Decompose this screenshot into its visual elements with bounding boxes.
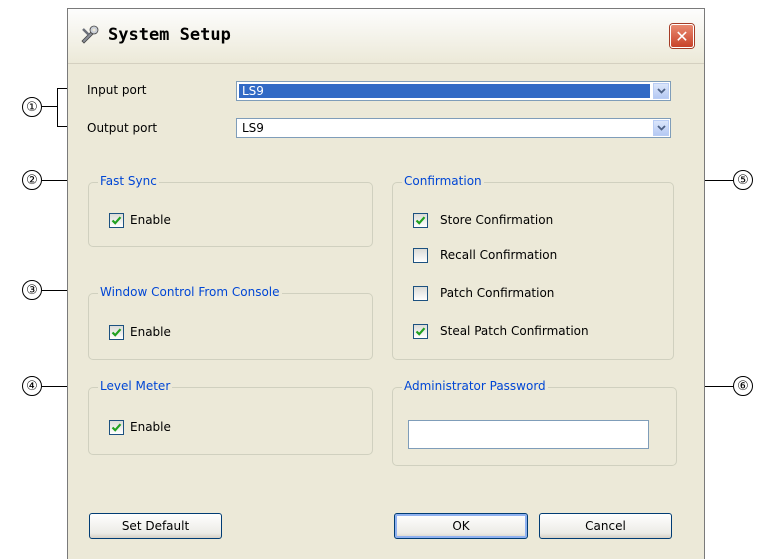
callout-4: ④: [22, 376, 42, 396]
selection-highlight: [239, 84, 650, 98]
recall-confirmation-label: Recall Confirmation: [440, 248, 558, 262]
close-button[interactable]: ✕: [670, 24, 694, 48]
store-confirmation-checkbox[interactable]: [413, 213, 428, 228]
set-default-button[interactable]: Set Default: [89, 513, 222, 539]
window-title: System Setup: [108, 25, 231, 45]
wrench-tools-icon: [81, 25, 99, 44]
fast-sync-checkbox[interactable]: [109, 213, 124, 228]
level-meter-enable-label: Enable: [130, 420, 171, 434]
recall-confirmation-checkbox[interactable]: [413, 248, 428, 263]
cancel-button[interactable]: Cancel: [539, 513, 672, 539]
callout-1-leader: [42, 106, 58, 107]
callout-6: ⑥: [733, 376, 753, 396]
window-control-legend: Window Control From Console: [98, 285, 282, 299]
chevron-down-icon[interactable]: [653, 83, 669, 99]
steal-patch-confirmation-checkbox[interactable]: [413, 324, 428, 339]
level-meter-legend: Level Meter: [98, 379, 173, 393]
callout-5: ⑤: [733, 170, 753, 190]
fast-sync-enable-label: Enable: [130, 213, 171, 227]
admin-password-input[interactable]: [408, 420, 649, 449]
output-port-select[interactable]: LS9: [236, 118, 671, 138]
ok-button[interactable]: OK: [394, 513, 528, 539]
confirmation-legend: Confirmation: [402, 174, 484, 188]
callout-1: ①: [22, 97, 42, 117]
ok-label: OK: [452, 519, 470, 533]
output-port-value: LS9: [242, 121, 264, 135]
callout-1-bracket: [57, 88, 58, 127]
cancel-label: Cancel: [585, 519, 626, 533]
window-control-checkbox[interactable]: [109, 325, 124, 340]
level-meter-checkbox[interactable]: [109, 420, 124, 435]
steal-patch-confirmation-label: Steal Patch Confirmation: [440, 324, 589, 338]
set-default-label: Set Default: [121, 519, 190, 533]
output-port-label: Output port: [87, 121, 158, 135]
system-setup-dialog: System Setup ✕ Input port LS9 Output por…: [67, 8, 705, 559]
admin-password-legend: Administrator Password: [402, 379, 548, 393]
store-confirmation-label: Store Confirmation: [440, 213, 554, 227]
title-bar[interactable]: System Setup ✕: [68, 9, 704, 64]
callout-2: ②: [22, 170, 42, 190]
input-port-select[interactable]: LS9: [236, 81, 671, 101]
patch-confirmation-checkbox[interactable]: [413, 286, 428, 301]
input-port-value: LS9: [242, 84, 264, 98]
close-icon: ✕: [675, 26, 689, 46]
window-control-enable-label: Enable: [130, 325, 171, 339]
chevron-down-icon[interactable]: [653, 120, 669, 136]
fast-sync-legend: Fast Sync: [98, 174, 159, 188]
input-port-label: Input port: [87, 83, 147, 97]
callout-3: ③: [22, 280, 42, 300]
patch-confirmation-label: Patch Confirmation: [440, 286, 555, 300]
